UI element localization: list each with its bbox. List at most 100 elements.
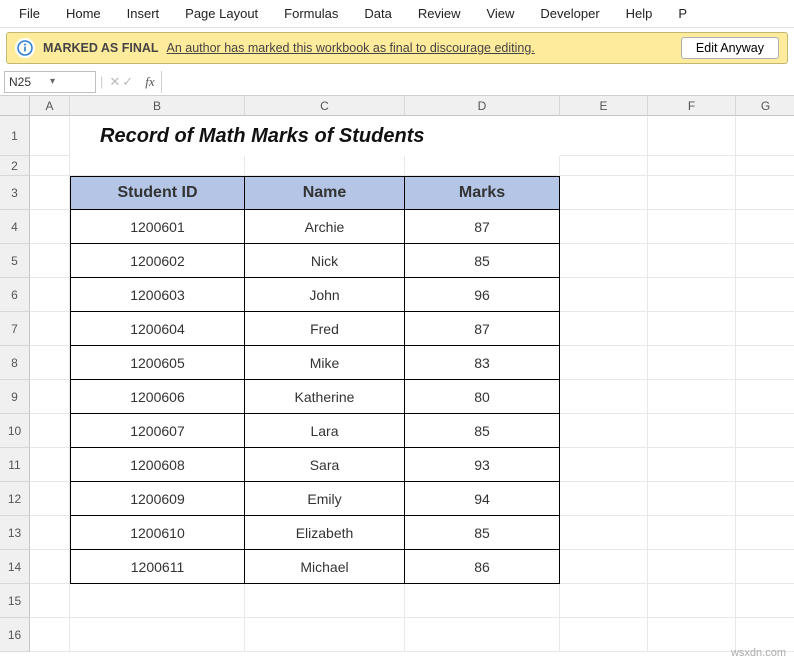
col-header-b[interactable]: B [70, 96, 245, 116]
row-header-1[interactable]: 1 [0, 116, 30, 156]
cell[interactable] [560, 278, 648, 312]
cell[interactable] [736, 346, 794, 380]
cell[interactable] [736, 156, 794, 176]
cell[interactable] [30, 550, 70, 584]
cell[interactable] [560, 516, 648, 550]
cell[interactable] [560, 116, 648, 156]
cell[interactable] [245, 584, 405, 618]
cell[interactable] [30, 516, 70, 550]
chevron-down-icon[interactable]: ▾ [50, 76, 91, 87]
row-header-10[interactable]: 10 [0, 414, 30, 448]
cell[interactable] [245, 618, 405, 652]
cell-student-id[interactable]: 1200606 [70, 380, 245, 414]
row-header-13[interactable]: 13 [0, 516, 30, 550]
cell[interactable] [648, 516, 736, 550]
row-header-5[interactable]: 5 [0, 244, 30, 278]
cell-name[interactable]: Nick [245, 244, 405, 278]
row-header-15[interactable]: 15 [0, 584, 30, 618]
row-header-2[interactable]: 2 [0, 156, 30, 176]
row-header-4[interactable]: 4 [0, 210, 30, 244]
cell[interactable] [30, 278, 70, 312]
cell[interactable] [245, 156, 405, 176]
cell[interactable] [736, 176, 794, 210]
row-header-11[interactable]: 11 [0, 448, 30, 482]
cell[interactable] [30, 176, 70, 210]
cell-marks[interactable]: 80 [405, 380, 560, 414]
cell[interactable] [560, 618, 648, 652]
cell-marks[interactable]: 85 [405, 414, 560, 448]
tab-data[interactable]: Data [351, 2, 404, 25]
col-name[interactable]: Name [245, 176, 405, 210]
cell-name[interactable]: Katherine [245, 380, 405, 414]
cell[interactable] [560, 448, 648, 482]
cell[interactable] [405, 584, 560, 618]
cell[interactable] [648, 156, 736, 176]
row-header-12[interactable]: 12 [0, 482, 30, 516]
cell[interactable] [30, 448, 70, 482]
cell[interactable] [736, 414, 794, 448]
cell-marks[interactable]: 86 [405, 550, 560, 584]
tab-overflow[interactable]: P [665, 2, 700, 25]
cell-marks[interactable]: 96 [405, 278, 560, 312]
tab-review[interactable]: Review [405, 2, 474, 25]
cell-marks[interactable]: 83 [405, 346, 560, 380]
cell-marks[interactable]: 87 [405, 210, 560, 244]
row-header-7[interactable]: 7 [0, 312, 30, 346]
sheet-title[interactable]: Record of Math Marks of Students [70, 116, 560, 156]
cell[interactable] [736, 210, 794, 244]
tab-home[interactable]: Home [53, 2, 114, 25]
col-header-f[interactable]: F [648, 96, 736, 116]
cell-name[interactable]: Archie [245, 210, 405, 244]
cell[interactable] [560, 156, 648, 176]
tab-help[interactable]: Help [613, 2, 666, 25]
cell[interactable] [648, 618, 736, 652]
cell[interactable] [30, 312, 70, 346]
col-header-d[interactable]: D [405, 96, 560, 116]
col-header-g[interactable]: G [736, 96, 794, 116]
cell-name[interactable]: Emily [245, 482, 405, 516]
cell[interactable] [30, 156, 70, 176]
tab-page-layout[interactable]: Page Layout [172, 2, 271, 25]
cell-name[interactable]: Michael [245, 550, 405, 584]
col-header-c[interactable]: C [245, 96, 405, 116]
cell[interactable] [736, 312, 794, 346]
tab-file[interactable]: File [6, 2, 53, 25]
row-header-6[interactable]: 6 [0, 278, 30, 312]
cell-student-id[interactable]: 1200610 [70, 516, 245, 550]
cell-student-id[interactable]: 1200602 [70, 244, 245, 278]
row-header-8[interactable]: 8 [0, 346, 30, 380]
cell[interactable] [648, 278, 736, 312]
cell[interactable] [648, 116, 736, 156]
cell[interactable] [736, 380, 794, 414]
cell-marks[interactable]: 85 [405, 244, 560, 278]
cell[interactable] [648, 244, 736, 278]
cell-name[interactable]: Sara [245, 448, 405, 482]
cell[interactable] [30, 618, 70, 652]
row-header-9[interactable]: 9 [0, 380, 30, 414]
col-header-a[interactable]: A [30, 96, 70, 116]
cell[interactable] [30, 482, 70, 516]
cell-student-id[interactable]: 1200608 [70, 448, 245, 482]
cell[interactable] [648, 414, 736, 448]
cell[interactable] [736, 116, 794, 156]
tab-view[interactable]: View [473, 2, 527, 25]
cell[interactable] [736, 584, 794, 618]
row-header-14[interactable]: 14 [0, 550, 30, 584]
cell[interactable] [648, 584, 736, 618]
select-all-corner[interactable] [0, 96, 30, 116]
cell[interactable] [736, 516, 794, 550]
cell[interactable] [736, 244, 794, 278]
cell-marks[interactable]: 94 [405, 482, 560, 516]
edit-anyway-button[interactable]: Edit Anyway [681, 37, 779, 59]
cell-name[interactable]: Fred [245, 312, 405, 346]
cell-name[interactable]: Elizabeth [245, 516, 405, 550]
tab-developer[interactable]: Developer [527, 2, 612, 25]
cell[interactable] [405, 156, 560, 176]
cell[interactable] [648, 312, 736, 346]
cell[interactable] [736, 448, 794, 482]
cell-name[interactable]: John [245, 278, 405, 312]
cell-area[interactable]: Record of Math Marks of StudentsStudent … [30, 116, 794, 652]
cell[interactable] [30, 380, 70, 414]
tab-formulas[interactable]: Formulas [271, 2, 351, 25]
row-header-3[interactable]: 3 [0, 176, 30, 210]
